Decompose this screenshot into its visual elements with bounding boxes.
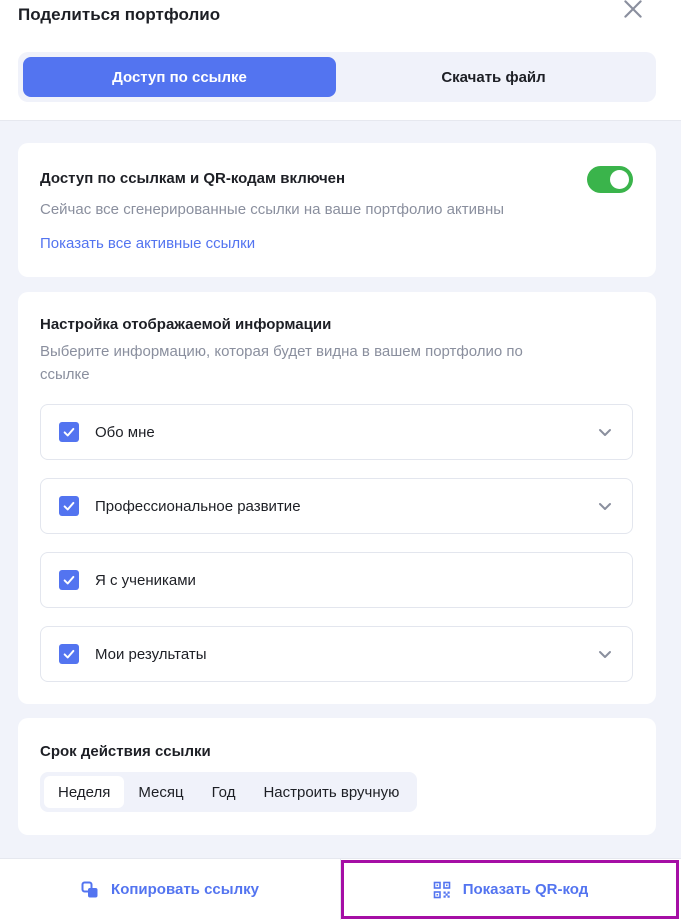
check-icon [63, 575, 75, 585]
copy-link-button[interactable]: Копировать ссылку [0, 859, 340, 920]
period-week[interactable]: Неделя [44, 776, 125, 808]
show-qr-label: Показать QR-код [462, 881, 589, 898]
display-settings-card: Настройка отображаемой информации Выбери… [18, 292, 656, 704]
section-label: Обо мне [95, 423, 155, 441]
checkbox-about-me[interactable] [59, 422, 79, 442]
checkbox-professional-development[interactable] [59, 496, 79, 516]
period-month[interactable]: Месяц [124, 776, 197, 808]
period-custom[interactable]: Настроить вручную [249, 776, 413, 808]
check-icon [63, 501, 75, 511]
chevron-down-icon[interactable] [596, 645, 614, 663]
copy-link-label: Копировать ссылку [111, 881, 259, 898]
checkbox-my-results[interactable] [59, 644, 79, 664]
access-card: Доступ по ссылкам и QR-кодам включен Сей… [18, 143, 656, 277]
qr-code-icon [433, 881, 451, 899]
section-label: Я с учениками [95, 571, 196, 589]
access-subtitle: Сейчас все сгенерированные ссылки на ваш… [40, 201, 505, 218]
tab-link-access[interactable]: Доступ по ссылке [23, 57, 336, 97]
display-title: Настройка отображаемой информации [40, 316, 332, 333]
section-label: Мои результаты [95, 645, 207, 663]
show-qr-button[interactable]: Показать QR-код [340, 859, 680, 920]
display-subtitle-line2: ссылке [40, 366, 90, 383]
toggle-knob [610, 170, 629, 189]
section-row-professional-development[interactable]: Профессиональное развитие [40, 478, 633, 534]
period-year[interactable]: Год [198, 776, 250, 808]
display-subtitle-line1: Выберите информацию, которая будет видна… [40, 343, 523, 360]
section-row-my-results[interactable]: Мои результаты [40, 626, 633, 682]
link-validity-card: Срок действия ссылки Неделя Месяц Год На… [18, 718, 656, 835]
checkbox-with-students[interactable] [59, 570, 79, 590]
dialog-title: Поделиться портфолио [18, 5, 221, 24]
access-title: Доступ по ссылкам и QR-кодам включен [40, 170, 346, 187]
chevron-down-icon[interactable] [596, 423, 614, 441]
check-icon [63, 427, 75, 437]
show-active-links-link[interactable]: Показать все активные ссылки [40, 235, 255, 252]
check-icon [63, 649, 75, 659]
section-label: Профессиональное развитие [95, 497, 301, 515]
dialog-footer: Копировать ссылку Показать QR-код [0, 858, 681, 920]
validity-title: Срок действия ссылки [40, 743, 211, 760]
section-row-with-students[interactable]: Я с учениками [40, 552, 633, 608]
share-mode-tabs: Доступ по ссылке Скачать файл [18, 52, 656, 102]
access-toggle[interactable] [587, 166, 633, 193]
copy-icon [81, 881, 99, 899]
chevron-down-icon[interactable] [596, 497, 614, 515]
dialog-content: Доступ по ссылкам и QR-кодам включен Сей… [0, 121, 681, 858]
close-icon[interactable] [620, 0, 646, 22]
validity-period-selector: Неделя Месяц Год Настроить вручную [40, 772, 418, 812]
section-row-about-me[interactable]: Обо мне [40, 404, 633, 460]
tab-download-file[interactable]: Скачать файл [336, 57, 651, 97]
share-dialog-header: Поделиться портфолио Доступ по ссылке Ск… [0, 0, 681, 121]
